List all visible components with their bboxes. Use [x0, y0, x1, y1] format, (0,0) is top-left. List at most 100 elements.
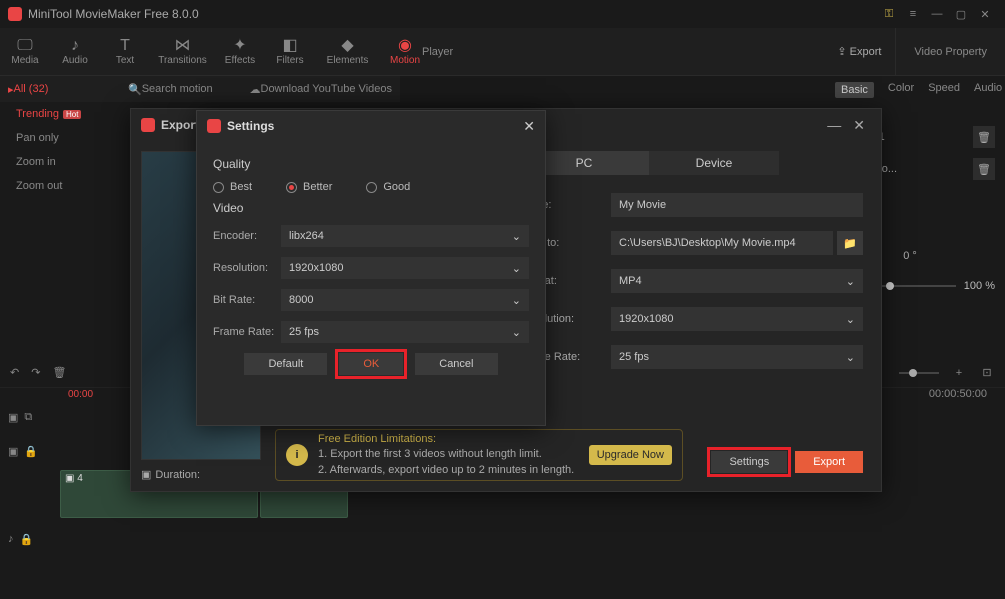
framerate-select[interactable]: 25 fps⌄ — [611, 345, 863, 369]
audio-icon[interactable]: ♪ — [8, 533, 14, 546]
encoder-select[interactable]: libx264⌄ — [281, 225, 529, 247]
filter-trending[interactable]: TrendingHot — [0, 102, 120, 126]
lock-icon[interactable]: 🔒 — [20, 533, 34, 546]
video-section-label: Video — [213, 201, 529, 215]
media-icon: 🖵 — [0, 37, 50, 55]
export-confirm-button[interactable]: Export — [795, 451, 863, 473]
duration-row: ▣Duration: — [141, 468, 261, 481]
copy-icon[interactable]: ⧉ — [24, 411, 32, 424]
chevron-down-icon: ⌄ — [512, 230, 521, 243]
bitrate-label: Bit Rate: — [213, 294, 281, 306]
quality-radio-group: Best Better Good — [213, 181, 529, 193]
filter-zoom-in[interactable]: Zoom in — [0, 150, 120, 174]
resolution-select[interactable]: 1920x1080⌄ — [281, 257, 529, 279]
bitrate-select[interactable]: 8000⌄ — [281, 289, 529, 311]
format-select[interactable]: MP4⌄ — [611, 269, 863, 293]
export-button[interactable]: ⇪ Export — [823, 45, 895, 58]
search-icon: 🔍 — [128, 83, 142, 96]
zoom-fit-icon[interactable]: ⊡ — [979, 365, 995, 381]
search-placeholder[interactable]: Search motion — [142, 83, 250, 95]
default-button[interactable]: Default — [244, 353, 327, 375]
transitions-icon: ⋈ — [150, 37, 215, 55]
zoom-in-icon[interactable]: + — [951, 365, 967, 381]
app-logo-icon — [8, 7, 22, 21]
key-icon[interactable]: ⚿ — [877, 2, 901, 26]
cancel-button[interactable]: Cancel — [415, 353, 497, 375]
audio-icon: ♪ — [50, 37, 100, 55]
property-tabs: Basic Color Speed Audio — [825, 82, 1005, 98]
download-icon: ☁ — [250, 83, 261, 96]
tab-transitions[interactable]: ⋈Transitions — [150, 37, 215, 66]
tab-audio[interactable]: ♪Audio — [50, 37, 100, 66]
chevron-down-icon: ⌄ — [846, 351, 855, 364]
tab-device[interactable]: Device — [649, 151, 779, 175]
radio-better[interactable]: Better — [286, 181, 332, 193]
tab-text[interactable]: TText — [100, 37, 150, 66]
maximize-icon[interactable]: ▢ — [949, 2, 973, 26]
info-icon: i — [286, 444, 308, 466]
settings-button[interactable]: Settings — [711, 451, 787, 473]
effect-icon[interactable]: ▣ — [8, 445, 18, 458]
prop-tab-audio[interactable]: Audio — [974, 82, 1002, 98]
elements-icon: ◆ — [315, 37, 380, 55]
zoom-slider[interactable] — [899, 372, 939, 374]
prop-tab-speed[interactable]: Speed — [928, 82, 960, 98]
prop-tab-color[interactable]: Color — [888, 82, 914, 98]
close-settings-icon[interactable]: ✕ — [523, 118, 535, 135]
tab-effects[interactable]: ✦Effects — [215, 37, 265, 66]
duration-time: 00:00:50:00 — [929, 388, 987, 400]
chevron-down-icon: ⌄ — [512, 294, 521, 307]
tab-elements[interactable]: ◆Elements — [315, 37, 380, 66]
export-target-tabs: PC Device — [519, 151, 779, 175]
limitations-header: Free Edition Limitations: — [318, 432, 589, 447]
hot-badge: Hot — [63, 110, 81, 119]
close-icon[interactable]: ✕ — [973, 2, 997, 26]
filter-zoom-out[interactable]: Zoom out — [0, 174, 120, 198]
framerate-label: Frame Rate: — [213, 326, 281, 338]
tab-filters[interactable]: ◧Filters — [265, 37, 315, 66]
limitations-line1: 1. Export the first 3 videos without len… — [318, 447, 589, 462]
ok-button[interactable]: OK — [339, 353, 403, 375]
playhead-time: 00:00 — [68, 389, 93, 400]
name-input[interactable] — [611, 193, 863, 217]
saveto-input[interactable] — [611, 231, 833, 255]
settings-dialog: Settings ✕ Quality Best Better Good Vide… — [196, 110, 546, 426]
overlay-icon[interactable]: ▣ — [8, 411, 18, 424]
minimize-icon[interactable]: — — [925, 2, 949, 26]
delete-icon[interactable]: 🗑 — [973, 126, 995, 148]
zoom-knob[interactable] — [909, 369, 917, 377]
quality-section-label: Quality — [213, 157, 529, 171]
motion-filter-panel: ▸ All (32) TrendingHot Pan only Zoom in … — [0, 76, 120, 198]
minimize-dialog-icon[interactable]: — — [821, 117, 847, 133]
radio-good[interactable]: Good — [366, 181, 410, 193]
resolution-select[interactable]: 1920x1080⌄ — [611, 307, 863, 331]
clip-label: ▣ 4 — [65, 473, 83, 484]
delete-icon[interactable]: 🗑 — [973, 158, 995, 180]
chevron-down-icon: ⌄ — [846, 313, 855, 326]
dialog-logo-icon — [141, 118, 155, 132]
title-bar: MiniTool MovieMaker Free 8.0.0 ⚿ ≡ — ▢ ✕ — [0, 0, 1005, 28]
chevron-down-icon: ⌄ — [846, 275, 855, 288]
upgrade-button[interactable]: Upgrade Now — [589, 445, 672, 465]
redo-icon[interactable]: ↷ — [31, 366, 40, 379]
slider-knob[interactable] — [886, 282, 894, 290]
lock-icon[interactable]: 🔒 — [24, 445, 38, 458]
resolution-label: Resolution: — [213, 262, 281, 274]
framerate-select[interactable]: 25 fps⌄ — [281, 321, 529, 343]
tab-media[interactable]: 🖵Media — [0, 37, 50, 66]
track-audio: ♪🔒 — [0, 522, 1005, 556]
delete-icon[interactable]: 🗑 — [52, 366, 66, 379]
menu-icon[interactable]: ≡ — [901, 2, 925, 26]
close-dialog-icon[interactable]: ✕ — [847, 117, 871, 134]
effects-icon: ✦ — [215, 37, 265, 55]
prop-tab-basic[interactable]: Basic — [835, 82, 874, 98]
undo-icon[interactable]: ↶ — [10, 366, 19, 379]
filter-all[interactable]: ▸ All (32) — [0, 76, 120, 102]
video-property-label: Video Property — [895, 28, 1005, 76]
opacity-value: 100 % — [964, 280, 995, 292]
radio-best[interactable]: Best — [213, 181, 252, 193]
folder-icon[interactable]: 📁 — [837, 231, 863, 255]
filter-pan-only[interactable]: Pan only — [0, 126, 120, 150]
download-youtube-link[interactable]: Download YouTube Videos — [261, 83, 393, 95]
text-icon: T — [100, 37, 150, 55]
